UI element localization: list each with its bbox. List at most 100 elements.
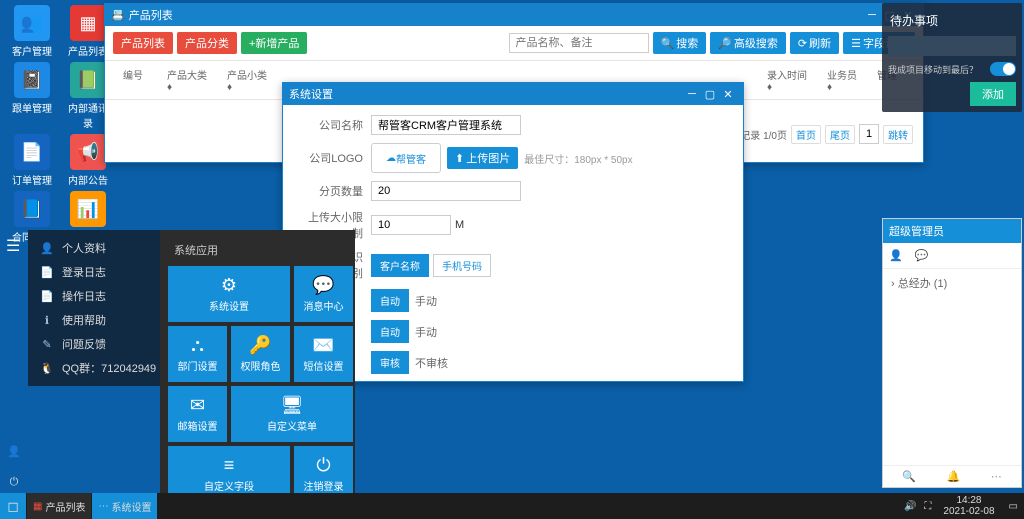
tray-fullscreen-icon[interactable]: ⛶ [924,501,931,512]
text-manual-1: 手动 [415,293,437,309]
desktop-icon-followup[interactable]: 📓跟单管理 [10,62,54,130]
text-manual-2: 手动 [415,324,437,340]
window-icon: 📇 [111,9,125,22]
btn-adv-search[interactable]: 🔎高级搜索 [710,32,786,54]
col-id[interactable]: 编号 [115,67,159,93]
logo-preview: ☁ 帮管客 [371,143,441,173]
close-button[interactable]: ✕ [719,88,737,101]
chat-panel: 超级管理员 👤 💬 › 总经办 (1) 🔍 🔔 ⋯ [882,218,1022,488]
pill-auto-1[interactable]: 自动 [371,289,409,312]
notify-icon[interactable]: 🔔 [947,470,961,483]
app-grid: 系统应用 ⚙系统设置 💬消息中心 ⛬部门设置 🔑权限角色 ✉️短信设置 ✉邮箱设… [160,230,355,510]
taskbar-item-products[interactable]: ▦产品列表 [27,493,91,519]
power-icon[interactable]: ⏻ [10,476,19,489]
chat-tree-node[interactable]: › 总经办 (1) [883,269,1021,297]
app-message-center[interactable]: 💬消息中心 [294,266,353,322]
taskbar: ◻ ▦产品列表 ⋯系统设置 🔊 ⛶ 14:282021-02-08 ▭ [0,493,1024,519]
input-uploadsize[interactable] [371,215,451,235]
mail-icon: ✉ [190,395,205,416]
desktop-icons: 👥客户管理 ▦产品列表 📓跟单管理 📗内部通讯录 📄订单管理 📢内部公告 📘合同… [10,5,114,244]
log-icon: 📄 [40,266,54,279]
pill-dup-name[interactable]: 客户名称 [371,254,429,277]
qq-icon: 🐧 [40,362,54,375]
user-icon: 👤 [40,242,54,255]
todo-toggle[interactable] [990,62,1016,76]
pager-first[interactable]: 首页 [791,125,821,144]
org-icon: ⛬ [191,335,204,356]
text-noaudit: 不审核 [415,355,448,371]
col-time[interactable]: 录入时间 ♦ [759,67,819,93]
menu-bottom-icons: 👤 ⏻ [0,445,28,489]
pill-auto-2[interactable]: 自动 [371,320,409,343]
start-button[interactable]: ◻ [0,493,26,519]
btn-product-list[interactable]: 产品列表 [113,32,173,54]
app-dept-settings[interactable]: ⛬部门设置 [168,326,227,382]
window-title: 系统设置 [289,86,333,102]
more-icon[interactable]: ⋯ [991,470,1002,483]
pager-go[interactable]: 跳转 [883,125,913,144]
appgrid-title: 系统应用 [174,242,341,258]
todo-search[interactable] [888,36,1016,56]
menu-icon: 🖥 [281,395,304,416]
logo-hint: 最佳尺寸：180px * 50px [524,151,632,166]
user-icon[interactable]: 👤 [7,445,21,458]
col-cat1[interactable]: 产品大类 ♦ [159,67,219,93]
feedback-icon: ✎ [40,338,54,351]
taskbar-clock: 14:282021-02-08 [935,495,1002,517]
todo-add-button[interactable]: 添加 [970,82,1016,106]
minimize-button[interactable]: ─ [683,88,701,100]
minimize-button[interactable]: ─ [863,9,881,21]
search-input[interactable] [509,33,649,53]
tray-panel-icon[interactable]: ▭ [1009,501,1018,512]
desktop-icon-orders[interactable]: 📄订单管理 [10,134,54,187]
label-company: 公司名称 [299,117,371,133]
btn-product-category[interactable]: 产品分类 [177,32,237,54]
btn-upload-logo[interactable]: ⬆ 上传图片 [447,147,518,169]
pager-page-input[interactable] [859,124,879,144]
label-pagesize: 分页数量 [299,183,371,199]
refresh-icon: ⟳ [798,37,807,50]
tray-sound-icon[interactable]: 🔊 [904,501,916,512]
taskbar-item-settings[interactable]: ⋯系统设置 [92,493,157,519]
btn-search[interactable]: 🔍搜索 [653,32,707,54]
toolbar: 产品列表 产品分类 +新增产品 🔍搜索 🔎高级搜索 ⟳刷新 ☰字段设置 [105,26,923,61]
filter-icon: 🔎 [718,37,732,50]
key-icon: 🔑 [249,335,271,356]
pill-audit[interactable]: 审核 [371,351,409,374]
help-icon: ℹ [40,314,54,327]
titlebar-settings[interactable]: 系统设置 ─ ▢ ✕ [283,83,743,105]
logout-icon: ⏻ [316,455,330,476]
log-icon: 📄 [40,290,54,303]
btn-add-product[interactable]: +新增产品 [241,32,307,54]
col-cat2[interactable]: 产品小类 ♦ [219,67,279,93]
input-pagesize[interactable] [371,181,521,201]
label-logo: 公司LOGO [299,150,371,166]
upload-unit: M [455,219,464,231]
pager: 0 条记录 1/0页 首页 尾页 跳转 [722,124,913,144]
app-sms-settings[interactable]: ✉️短信设置 [294,326,353,382]
sms-icon: ✉️ [312,335,334,356]
pager-last[interactable]: 尾页 [825,125,855,144]
search-icon: 🔍 [661,37,675,50]
todo-hint: 我成项目移动到最后？ [888,63,978,76]
app-custom-menu[interactable]: 🖥自定义菜单 [231,386,353,442]
app-system-settings[interactable]: ⚙系统设置 [168,266,290,322]
input-company[interactable] [371,115,521,135]
todo-title: 待办事项 [888,9,1016,32]
maximize-button[interactable]: ▢ [701,88,719,101]
app-mail-settings[interactable]: ✉邮箱设置 [168,386,227,442]
pill-dup-phone[interactable]: 手机号码 [433,254,491,277]
chat-icon[interactable]: 💬 [915,249,929,262]
hamburger-btn[interactable]: ☰ [6,236,20,256]
titlebar-products[interactable]: 📇产品列表 ─ ▢ ✕ [105,4,923,26]
btn-refresh[interactable]: ⟳刷新 [790,32,839,54]
app-role-settings[interactable]: 🔑权限角色 [231,326,290,382]
settings-icon: ☰ [851,37,861,50]
todo-panel: 待办事项 我成项目移动到最后？ 添加 [882,3,1022,112]
chat-icon: 💬 [312,275,334,296]
contacts-icon[interactable]: 👤 [889,249,903,262]
desktop-icon-customers[interactable]: 👥客户管理 [10,5,54,58]
search-icon[interactable]: 🔍 [902,470,916,483]
col-sales[interactable]: 业务员 ♦ [819,67,869,93]
window-title: 产品列表 [129,7,173,23]
